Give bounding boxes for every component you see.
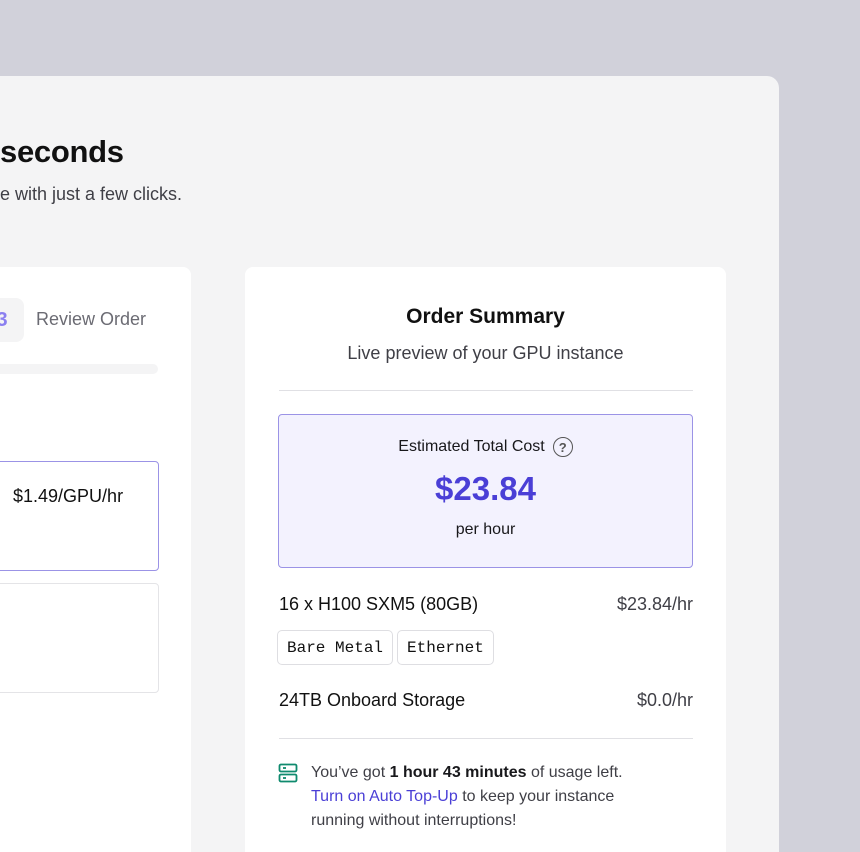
usage-prefix: You’ve got [311, 764, 390, 781]
step-label-review-order[interactable]: Review Order [36, 309, 146, 330]
tag-ethernet: Ethernet [397, 630, 494, 665]
line-item-storage: 24TB Onboard Storage $0.0/hr [279, 690, 693, 711]
pricing-option-price: $1.49/GPU/hr [13, 486, 124, 506]
cost-label-row: Estimated Total Cost ? [278, 437, 693, 457]
step-number-badge[interactable]: 3 [0, 298, 24, 342]
line-item-price: $0.0/hr [636, 690, 693, 710]
line-item-name: 16 x H100 SXM5 (80GB) [279, 594, 479, 614]
cost-value: $23.84 [435, 470, 536, 507]
line-item-price: $23.84/hr [616, 594, 693, 614]
auto-top-up-link[interactable]: Turn on Auto Top-Up [311, 788, 458, 805]
order-summary-title: Order Summary [406, 305, 565, 328]
usage-remaining: 1 hour 43 minutes [389, 764, 527, 781]
tag-bare-metal: Bare Metal [277, 630, 394, 665]
usage-text: You’ve got 1 hour 43 minutes of usage le… [311, 761, 671, 833]
usage-suffix: of usage left. [526, 764, 623, 781]
line-item-name: 24TB Onboard Storage [279, 690, 466, 710]
usage-notice: You’ve got 1 hour 43 minutes of usage le… [278, 761, 671, 833]
divider [279, 738, 693, 739]
pricing-option-selected[interactable] [0, 461, 159, 571]
cost-label: Estimated Total Cost [398, 438, 545, 455]
instance-tags: Bare Metal Ethernet [277, 630, 494, 665]
hero-title: seconds [0, 134, 124, 169]
hero-subtitle: e with just a few clicks. [0, 184, 183, 204]
pricing-option[interactable] [0, 583, 159, 693]
progress-track [0, 364, 158, 374]
server-icon [278, 763, 298, 783]
divider [279, 390, 693, 391]
line-item-gpu: 16 x H100 SXM5 (80GB) $23.84/hr [279, 594, 693, 615]
cost-unit: per hour [455, 521, 516, 538]
order-summary-subtitle: Live preview of your GPU instance [347, 343, 624, 363]
question-circle-icon[interactable]: ? [552, 437, 573, 457]
